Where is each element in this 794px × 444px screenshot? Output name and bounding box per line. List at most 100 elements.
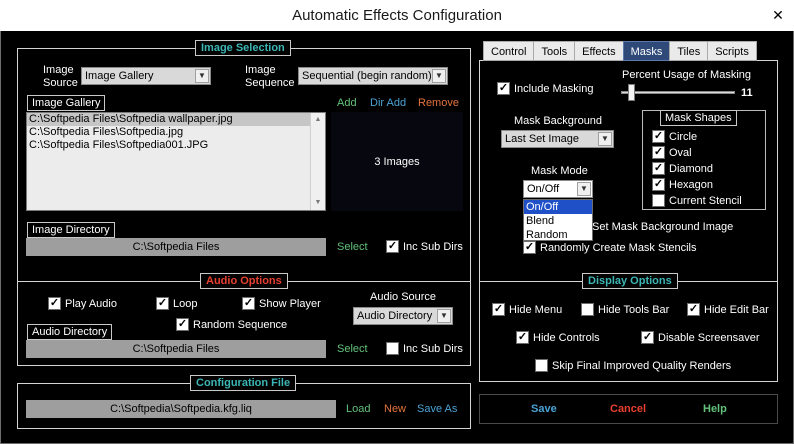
image-source-select[interactable]: Image Gallery ▼ [81,67,211,85]
checkbox-empty-icon [386,342,399,355]
checkbox-label: Play Audio [65,298,117,310]
checkmark-icon: ✓ [652,178,665,191]
tab-tools[interactable]: Tools [533,41,575,61]
tab-masks[interactable]: Masks [622,41,670,61]
circle-checkbox[interactable]: ✓ Circle [652,130,697,144]
checkbox-label: Hexagon [669,179,714,191]
chevron-down-icon: ▼ [195,69,209,83]
list-scrollbar[interactable]: ▲ ▼ [310,113,325,210]
checkbox-label: Random Sequence [193,319,288,331]
chevron-down-icon: ▼ [437,309,451,323]
hide-tools-bar-checkbox[interactable]: Hide Tools Bar [581,303,669,317]
mask-mode-dropdown[interactable]: On/Off Blend Random [523,199,593,241]
cancel-button[interactable]: Cancel [610,403,646,415]
checkmark-icon: ✓ [652,162,665,175]
checkbox-label: Inc Sub Dirs [403,241,463,253]
checkbox-empty-icon [535,359,548,372]
show-player-checkbox[interactable]: ✓ Show Player [242,297,321,311]
chevron-down-icon: ▼ [432,69,446,83]
checkbox-label: Hide Edit Bar [704,304,769,316]
checkbox-label: Hide Menu [509,304,563,316]
title-bar: Automatic Effects Configuration ✕ [0,0,794,31]
image-gallery-list[interactable]: C:\Softpedia Files\Softpedia wallpaper.j… [26,112,326,211]
scroll-down-icon[interactable]: ▼ [311,196,325,210]
chevron-down-icon: ▼ [598,132,612,146]
checkmark-icon: ✓ [242,297,255,310]
audio-select-button[interactable]: Select [337,343,368,355]
audio-directory-field[interactable]: C:\Softpedia Files [26,340,326,358]
image-inc-sub-dirs-checkbox[interactable]: ✓ Inc Sub Dirs [386,240,463,254]
chevron-down-icon: ▼ [577,182,591,196]
scroll-up-icon[interactable]: ▲ [311,113,325,127]
dir-add-button[interactable]: Dir Add [370,97,406,109]
include-masking-checkbox[interactable]: ✓ Include Masking [497,82,594,96]
checkmark-icon: ✓ [516,331,529,344]
diamond-checkbox[interactable]: ✓ Diamond [652,162,713,176]
random-sequence-checkbox[interactable]: ✓ Random Sequence [176,318,287,332]
checkmark-icon: ✓ [497,82,510,95]
dropdown-option[interactable]: Blend [524,214,592,228]
checkmark-icon: ✓ [523,241,536,254]
mask-shapes-title: Mask Shapes [660,110,737,126]
image-source-value: Image Gallery [85,70,154,82]
image-sequence-value: Sequential (begin random) [302,70,432,82]
checkmark-icon: ✓ [641,331,654,344]
tab-control[interactable]: Control [483,41,534,61]
list-item[interactable]: C:\Softpedia Files\Softpedia.jpg [27,126,325,139]
image-directory-field[interactable]: C:\Softpedia Files [26,238,326,256]
hide-controls-checkbox[interactable]: ✓ Hide Controls [516,331,600,345]
window-title: Automatic Effects Configuration [292,7,502,24]
checkbox-label: Hide Tools Bar [598,304,670,316]
loop-checkbox[interactable]: ✓ Loop [156,297,197,311]
audio-inc-sub-dirs-checkbox[interactable]: Inc Sub Dirs [386,342,463,356]
mask-mode-select[interactable]: On/Off ▼ [523,180,593,198]
list-item[interactable]: C:\Softpedia Files\Softpedia001.JPG [27,139,325,152]
image-preview: 3 Images [331,112,463,211]
add-button[interactable]: Add [337,97,357,109]
close-icon[interactable]: ✕ [768,6,788,24]
help-button[interactable]: Help [703,403,727,415]
new-button[interactable]: New [384,403,406,415]
audio-source-select[interactable]: Audio Directory ▼ [353,307,453,325]
config-file-field[interactable]: C:\Softpedia\Softpedia.kfg.liq [26,400,336,418]
checkmark-icon: ✓ [652,146,665,159]
save-as-button[interactable]: Save As [417,403,457,415]
audio-source-value: Audio Directory [357,310,433,322]
checkmark-icon: ✓ [492,303,505,316]
mask-background-label: Mask Background [514,115,603,127]
save-button[interactable]: Save [531,403,557,415]
checkbox-label: Show Player [259,298,321,310]
hide-edit-bar-checkbox[interactable]: ✓ Hide Edit Bar [687,303,769,317]
oval-checkbox[interactable]: ✓ Oval [652,146,692,160]
random-stencils-checkbox[interactable]: ✓ Randomly Create Mask Stencils [523,241,697,255]
checkmark-icon: ✓ [156,297,169,310]
tab-tiles[interactable]: Tiles [669,41,708,61]
slider-handle[interactable] [628,84,635,101]
checkmark-icon: ✓ [652,130,665,143]
hexagon-checkbox[interactable]: ✓ Hexagon [652,178,713,192]
disable-screensaver-checkbox[interactable]: ✓ Disable Screensaver [641,331,760,345]
tab-scripts[interactable]: Scripts [707,41,757,61]
load-button[interactable]: Load [346,403,370,415]
dropdown-option[interactable]: On/Off [524,200,592,214]
current-stencil-checkbox[interactable]: Current Stencil [652,194,742,208]
dropdown-option[interactable]: Random [524,228,592,242]
image-gallery-label: Image Gallery [27,95,106,111]
checkmark-icon: ✓ [48,297,61,310]
checkbox-label: Circle [669,131,698,143]
tab-effects[interactable]: Effects [574,41,623,61]
skip-renders-checkbox[interactable]: Skip Final Improved Quality Renders [535,359,731,373]
configuration-file-title: Configuration File [190,375,297,391]
set-mask-background-label: Set Mask Background Image [592,221,734,233]
image-sequence-select[interactable]: Sequential (begin random) ▼ [298,67,448,85]
play-audio-checkbox[interactable]: ✓ Play Audio [48,297,117,311]
mask-background-select[interactable]: Last Set Image ▼ [501,130,614,148]
hide-menu-checkbox[interactable]: ✓ Hide Menu [492,303,562,317]
percent-usage-slider[interactable] [621,91,735,94]
list-item[interactable]: C:\Softpedia Files\Softpedia wallpaper.j… [27,113,325,126]
tab-bar: Control Tools Effects Masks Tiles Script… [483,41,757,61]
remove-button[interactable]: Remove [418,97,459,109]
checkbox-label: Loop [173,298,198,310]
image-sequence-label: Image Sequence [245,64,295,89]
image-select-button[interactable]: Select [337,241,368,253]
